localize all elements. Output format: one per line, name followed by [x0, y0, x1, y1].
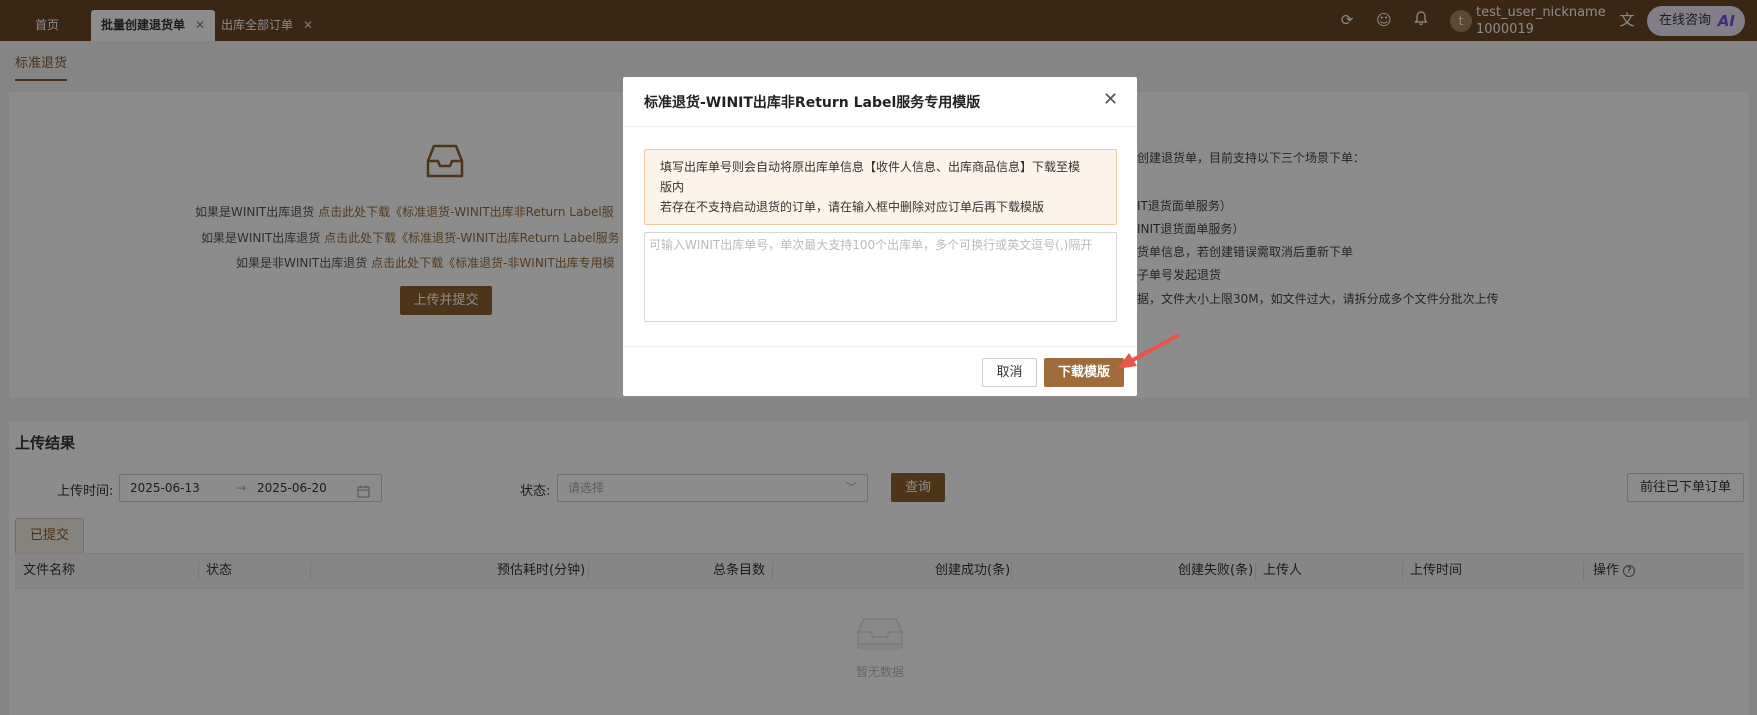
outbound-order-input[interactable]: 可输入WINIT出库单号，单次最大支持100个出库单，多个可换行或英文逗号(,)… [644, 232, 1117, 322]
info-alert: 填写出库单号则会自动将原出库单信息【收件人信息、出库商品信息】下载至模 版内 若… [644, 149, 1117, 225]
modal-title: 标准退货-WINIT出库非Return Label服务专用模版 [644, 95, 981, 111]
annotation-arrow-icon [1115, 333, 1181, 377]
close-icon[interactable]: ✕ [1103, 89, 1118, 111]
alert-line: 填写出库单号则会自动将原出库单信息【收件人信息、出库商品信息】下载至模 [660, 160, 1081, 174]
alert-line: 版内 [660, 180, 685, 194]
download-template-modal: 标准退货-WINIT出库非Return Label服务专用模版 ✕ 填写出库单号… [623, 77, 1137, 396]
cancel-button[interactable]: 取消 [982, 358, 1037, 387]
alert-line: 若存在不支持启动退货的订单，请在输入框中删除对应订单后再下载模版 [660, 200, 1045, 214]
download-template-button[interactable]: 下载模版 [1044, 358, 1124, 387]
modal-divider [623, 126, 1137, 127]
modal-divider [623, 346, 1137, 347]
